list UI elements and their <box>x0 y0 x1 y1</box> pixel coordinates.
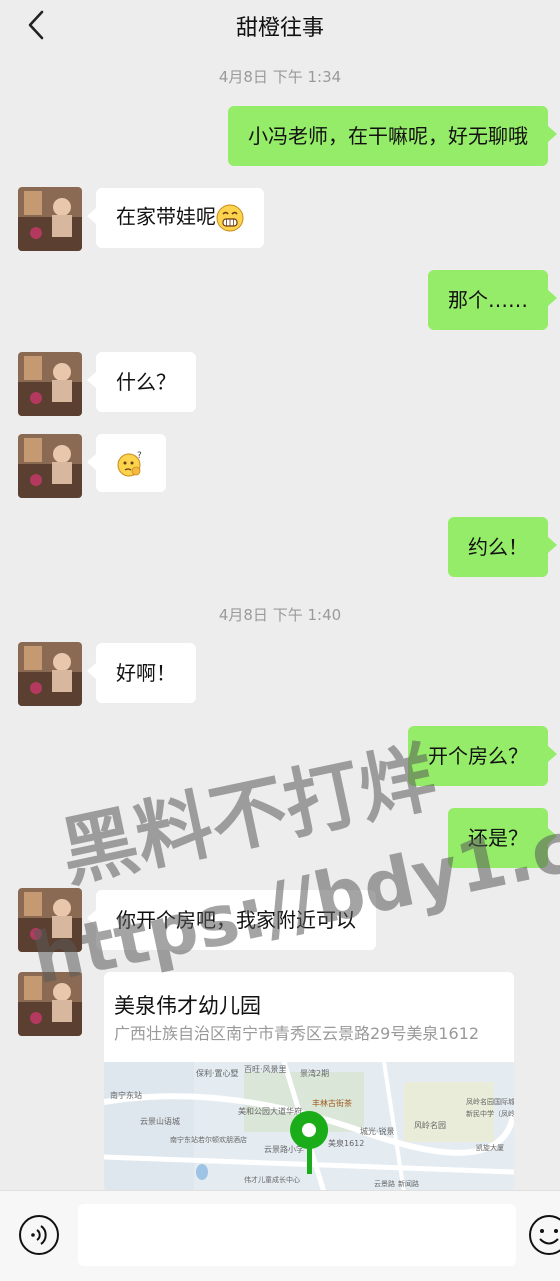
map-label: 风岭名园 <box>414 1120 446 1130</box>
map-label: 凯旋大厦 <box>476 1143 504 1152</box>
map-label: 南宁东站若尔顿欢朋酒店 <box>170 1135 247 1144</box>
incoming-message[interactable]: ? <box>87 434 166 492</box>
contact-avatar[interactable] <box>18 352 82 416</box>
thinking-emoji-icon: ? <box>117 451 142 477</box>
map-label: 云景路小学 <box>264 1144 304 1154</box>
timestamp: 4月8日 下午 1:40 <box>218 606 342 624</box>
map-label: 新民中学（凤岭校区） <box>466 1109 514 1118</box>
contact-avatar[interactable] <box>18 434 82 498</box>
input-bar <box>0 1190 560 1281</box>
message-text: 好啊！ <box>116 661 176 685</box>
map-label: 云景路 <box>374 1179 395 1188</box>
svg-text:?: ? <box>137 451 142 461</box>
location-name: 美泉伟才幼儿园 <box>114 994 261 1018</box>
location-message[interactable]: 美泉伟才幼儿园 广西壮族自治区南宁市青秀区云景路29号美泉1612 保利·置心墅… <box>104 972 514 1192</box>
chat-title: 甜橙往事 <box>235 16 324 41</box>
message-text: 那个…… <box>448 288 528 312</box>
map-label: 新闻路 <box>398 1179 419 1188</box>
message-text: 你开个房吧，我家附近可以 <box>116 908 356 932</box>
incoming-message[interactable]: 什么？ <box>87 352 196 412</box>
message-text: 在家带娃呢 <box>116 204 216 229</box>
map-label: 保利·置心墅 <box>196 1068 239 1078</box>
map-label: 伟才儿童成长中心 <box>244 1175 300 1184</box>
location-address: 广西壮族自治区南宁市青秀区云景路29号美泉1612 <box>114 1024 480 1043</box>
map-label: 美和公园大道华府 <box>238 1106 302 1116</box>
outgoing-message[interactable]: 开个房么？ <box>408 726 557 786</box>
message-text: 开个房么？ <box>428 744 528 768</box>
message-text: 小冯老师，在干嘛呢，好无聊哦 <box>248 124 528 148</box>
message-text: 约么！ <box>468 535 528 559</box>
chat-header: 甜橙往事 <box>0 0 560 52</box>
map-label: 凤岭名园国际城 <box>466 1097 514 1106</box>
emoji-icon[interactable] <box>528 1214 560 1256</box>
message-text: 还是？ <box>468 826 528 850</box>
voice-icon[interactable] <box>18 1214 60 1256</box>
incoming-message[interactable]: 你开个房吧，我家附近可以 <box>87 890 376 950</box>
outgoing-message[interactable]: 小冯老师，在干嘛呢，好无聊哦 <box>228 106 557 166</box>
outgoing-message[interactable]: 那个…… <box>428 270 557 330</box>
incoming-message[interactable]: 在家带娃呢 <box>87 188 264 248</box>
contact-avatar[interactable] <box>18 972 82 1036</box>
contact-avatar[interactable] <box>18 187 82 251</box>
map-label: 城光·锐景 <box>360 1126 395 1136</box>
contact-avatar[interactable] <box>18 642 82 706</box>
map-label: 云景山语城 <box>140 1116 180 1126</box>
location-map[interactable]: 保利·置心墅 百旺·风景里 景湾2期 南宁东站 云景山语城 南宁东站若尔顿欢朋酒… <box>104 1062 514 1192</box>
watermark-text: 黑料不打烊 <box>53 732 443 898</box>
contact-avatar[interactable] <box>18 888 82 952</box>
map-label: 百旺·风景里 <box>244 1065 287 1074</box>
timestamp: 4月8日 下午 1:34 <box>218 68 342 86</box>
outgoing-message[interactable]: 约么！ <box>448 517 557 577</box>
incoming-message[interactable]: 好啊！ <box>87 643 196 703</box>
outgoing-message[interactable]: 还是？ <box>448 808 557 868</box>
map-label: 南宁东站 <box>110 1090 142 1100</box>
map-label: 美泉1612 <box>328 1138 364 1148</box>
map-label: 景湾2期 <box>300 1068 329 1078</box>
message-input[interactable] <box>78 1204 516 1266</box>
grin-emoji-icon <box>216 204 244 232</box>
map-label: 丰林古街茶 <box>312 1098 352 1108</box>
message-text: 什么？ <box>116 370 176 394</box>
